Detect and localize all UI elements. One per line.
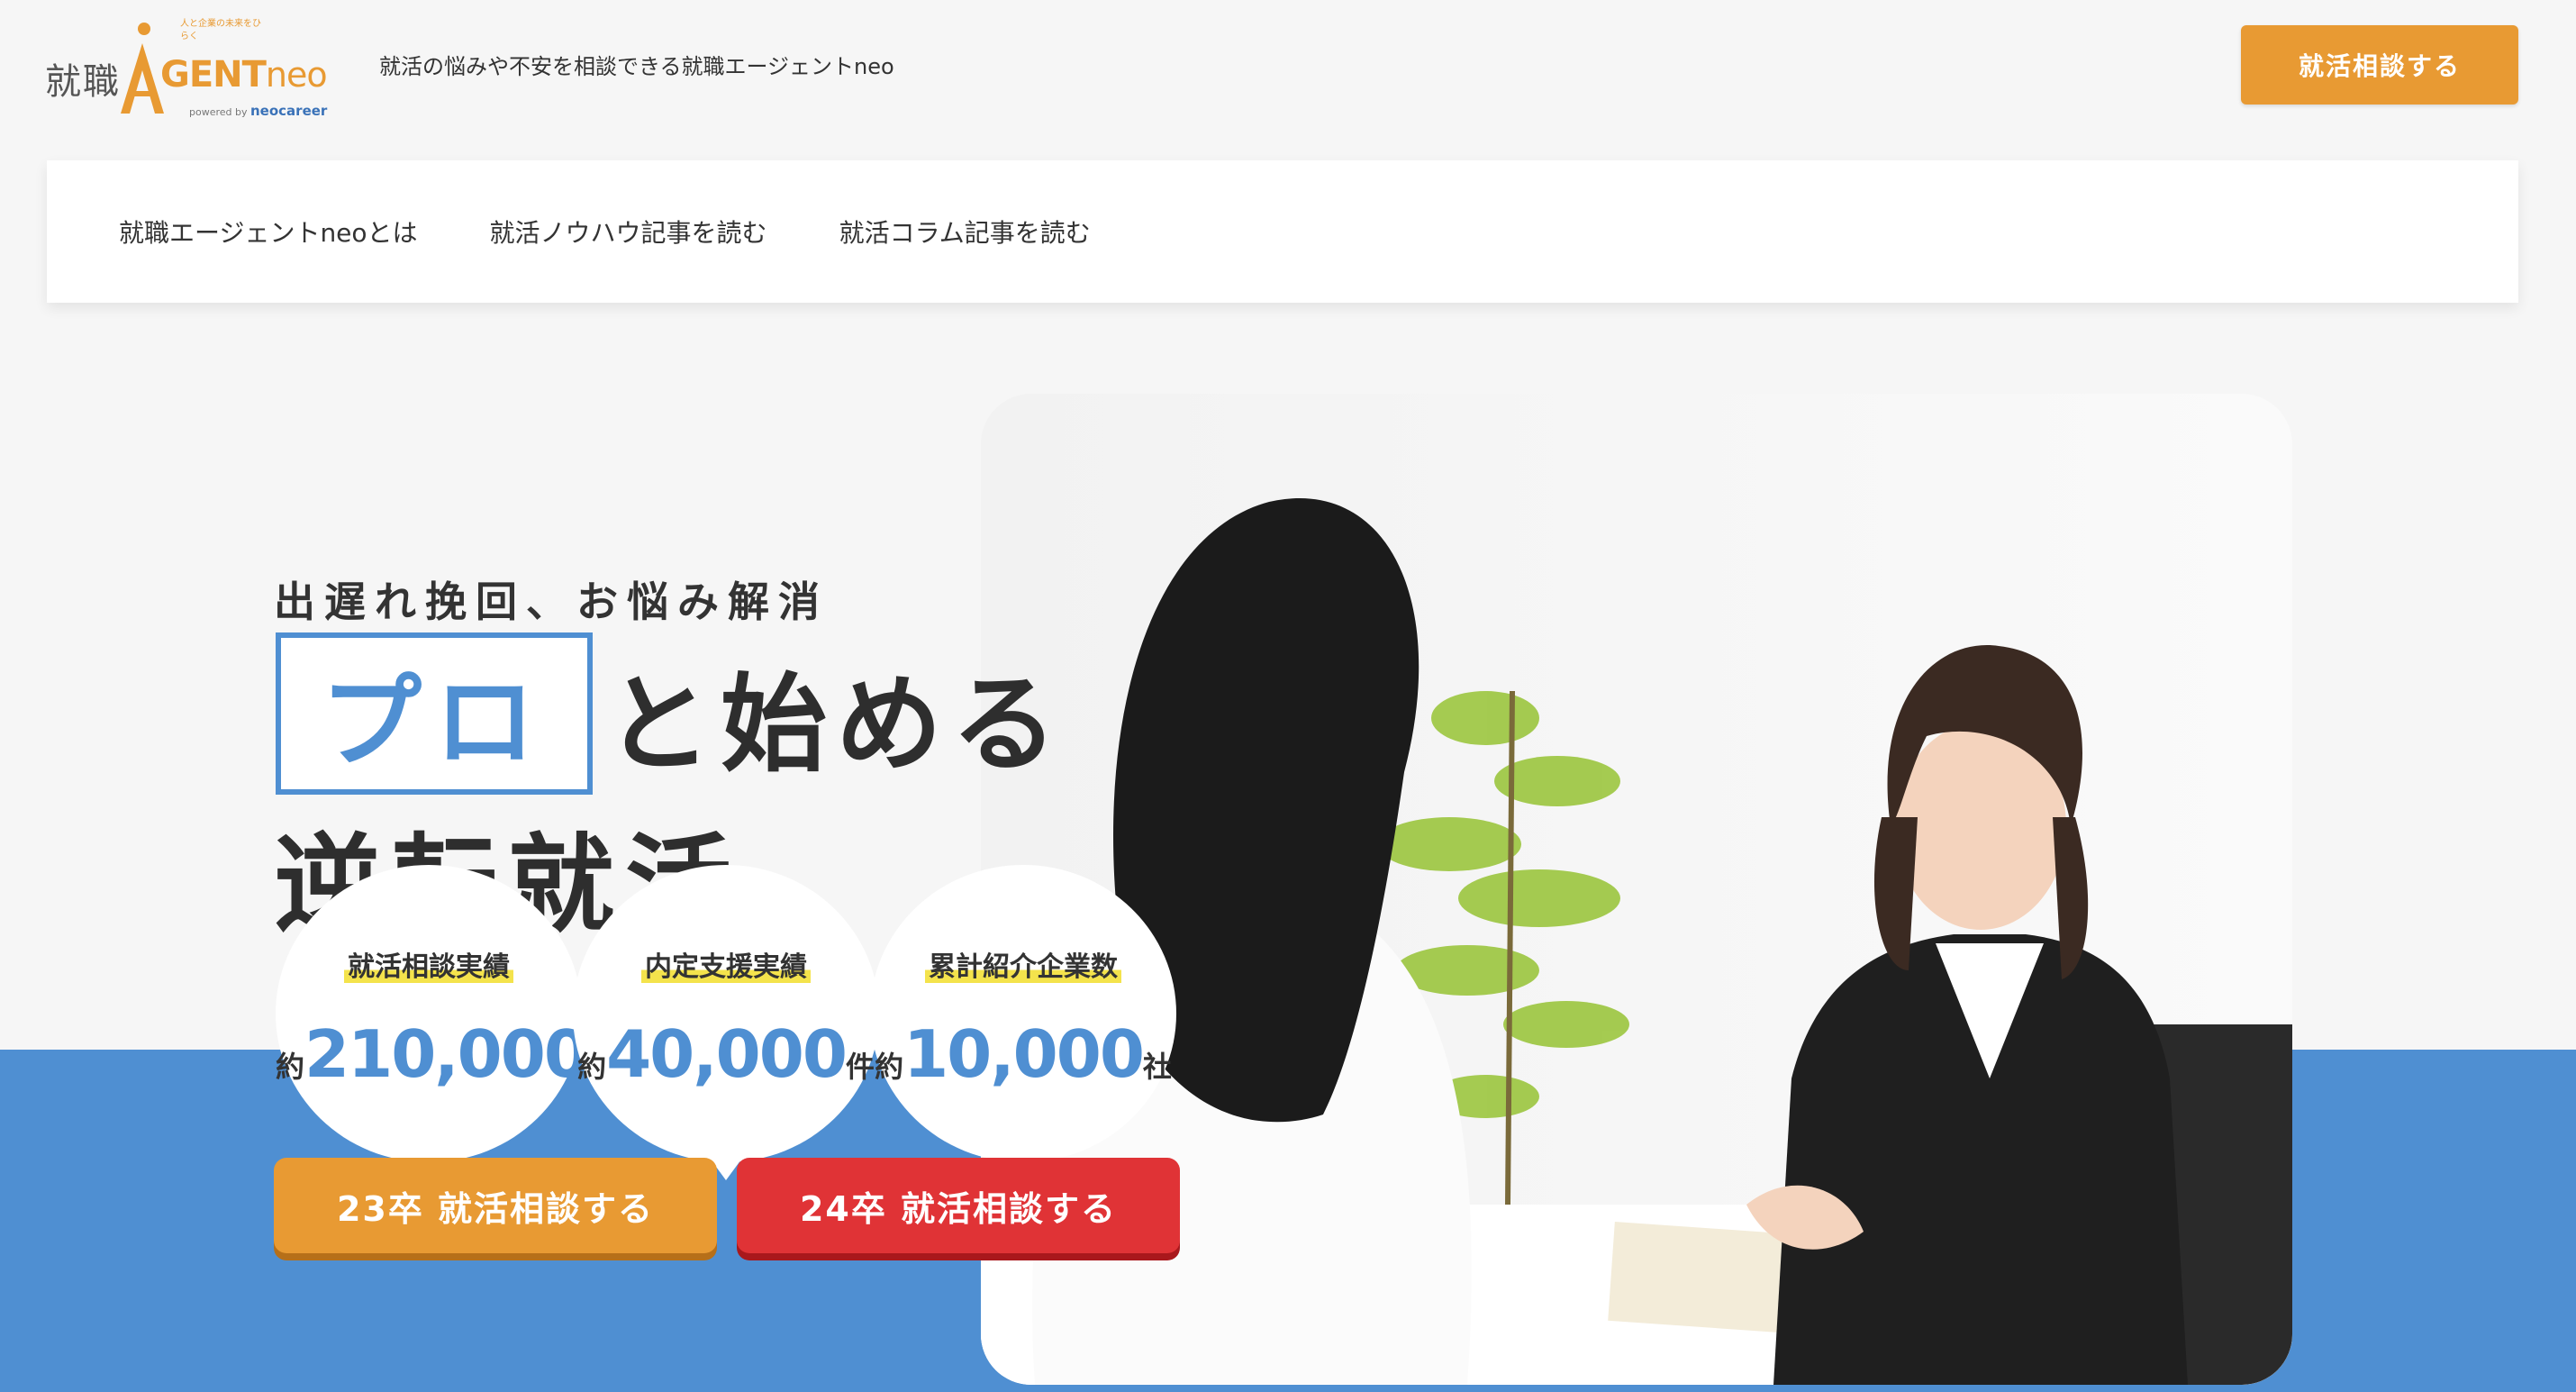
stat-prefix: 約 bbox=[276, 1050, 305, 1084]
hero-subtitle: 出遅れ挽回、お悩み解消 bbox=[274, 578, 829, 626]
nav-item-column[interactable]: 就活コラム記事を読む bbox=[839, 214, 1091, 250]
consult-23-button[interactable]: 23卒 就活相談する bbox=[274, 1158, 717, 1253]
hero-highlight-box: プロ bbox=[276, 632, 593, 795]
logo-a-mark-icon bbox=[121, 23, 164, 114]
stat-label-text: 就活相談実績 bbox=[344, 951, 513, 983]
stat-label-text: 内定支援実績 bbox=[641, 951, 811, 983]
stat-number: 210,000 bbox=[304, 1016, 589, 1092]
nav-item-about[interactable]: 就職エージェントneoとは bbox=[119, 214, 418, 250]
logo-tagline: 人と企業の未来をひらく bbox=[180, 19, 261, 41]
nav-item-knowhow[interactable]: 就活ノウハウ記事を読む bbox=[490, 214, 767, 250]
stat-prefix: 約 bbox=[875, 1050, 904, 1084]
logo-kanji: 就職 bbox=[45, 61, 121, 103]
stat-number: 40,000 bbox=[606, 1016, 848, 1092]
powered-by-text: powered by bbox=[189, 106, 248, 118]
stat-value: 約210,000名 bbox=[276, 1016, 616, 1092]
stat-number: 10,000 bbox=[903, 1016, 1145, 1092]
stat-companies: 累計紹介企業数 約10,000社 bbox=[870, 865, 1176, 1180]
stat-consultations: 就活相談実績 約210,000名 bbox=[276, 865, 616, 1180]
stat-value: 約10,000社 bbox=[870, 1016, 1176, 1092]
logo-agent-text: GENTneo bbox=[160, 54, 328, 96]
powered-by-brand: neocareer bbox=[250, 103, 328, 119]
header-description: 就活の悩みや不安を相談できる就職エージェントneo bbox=[379, 54, 894, 79]
logo-agent-word: GENT bbox=[160, 54, 267, 96]
stat-offers: 内定支援実績 約40,000件 bbox=[573, 865, 879, 1180]
site-header: 就職 人と企業の未来をひらく GENTneo powered by neocar… bbox=[0, 0, 2576, 144]
hero-highlight-text: プロ bbox=[321, 664, 548, 781]
stat-label: 累計紹介企業数 bbox=[870, 944, 1176, 984]
header-consult-button[interactable]: 就活相談する bbox=[2241, 25, 2518, 105]
main-nav: 就職エージェントneoとは 就活ノウハウ記事を読む 就活コラム記事を読む bbox=[47, 160, 2518, 303]
stat-value: 約40,000件 bbox=[573, 1016, 879, 1092]
stat-prefix: 約 bbox=[577, 1050, 607, 1084]
stat-unit: 社 bbox=[1142, 1050, 1172, 1084]
consult-24-button[interactable]: 24卒 就活相談する bbox=[737, 1158, 1180, 1253]
stat-label-text: 累計紹介企業数 bbox=[925, 951, 1121, 983]
site-logo[interactable]: 就職 人と企業の未来をひらく GENTneo powered by neocar… bbox=[45, 14, 342, 121]
hero-headline-line1: と始める bbox=[605, 662, 1067, 787]
logo-powered-by: powered by neocareer bbox=[189, 103, 327, 119]
stat-label: 内定支援実績 bbox=[573, 944, 879, 984]
logo-neo-word: neo bbox=[265, 55, 328, 95]
stat-label: 就活相談実績 bbox=[276, 944, 582, 984]
